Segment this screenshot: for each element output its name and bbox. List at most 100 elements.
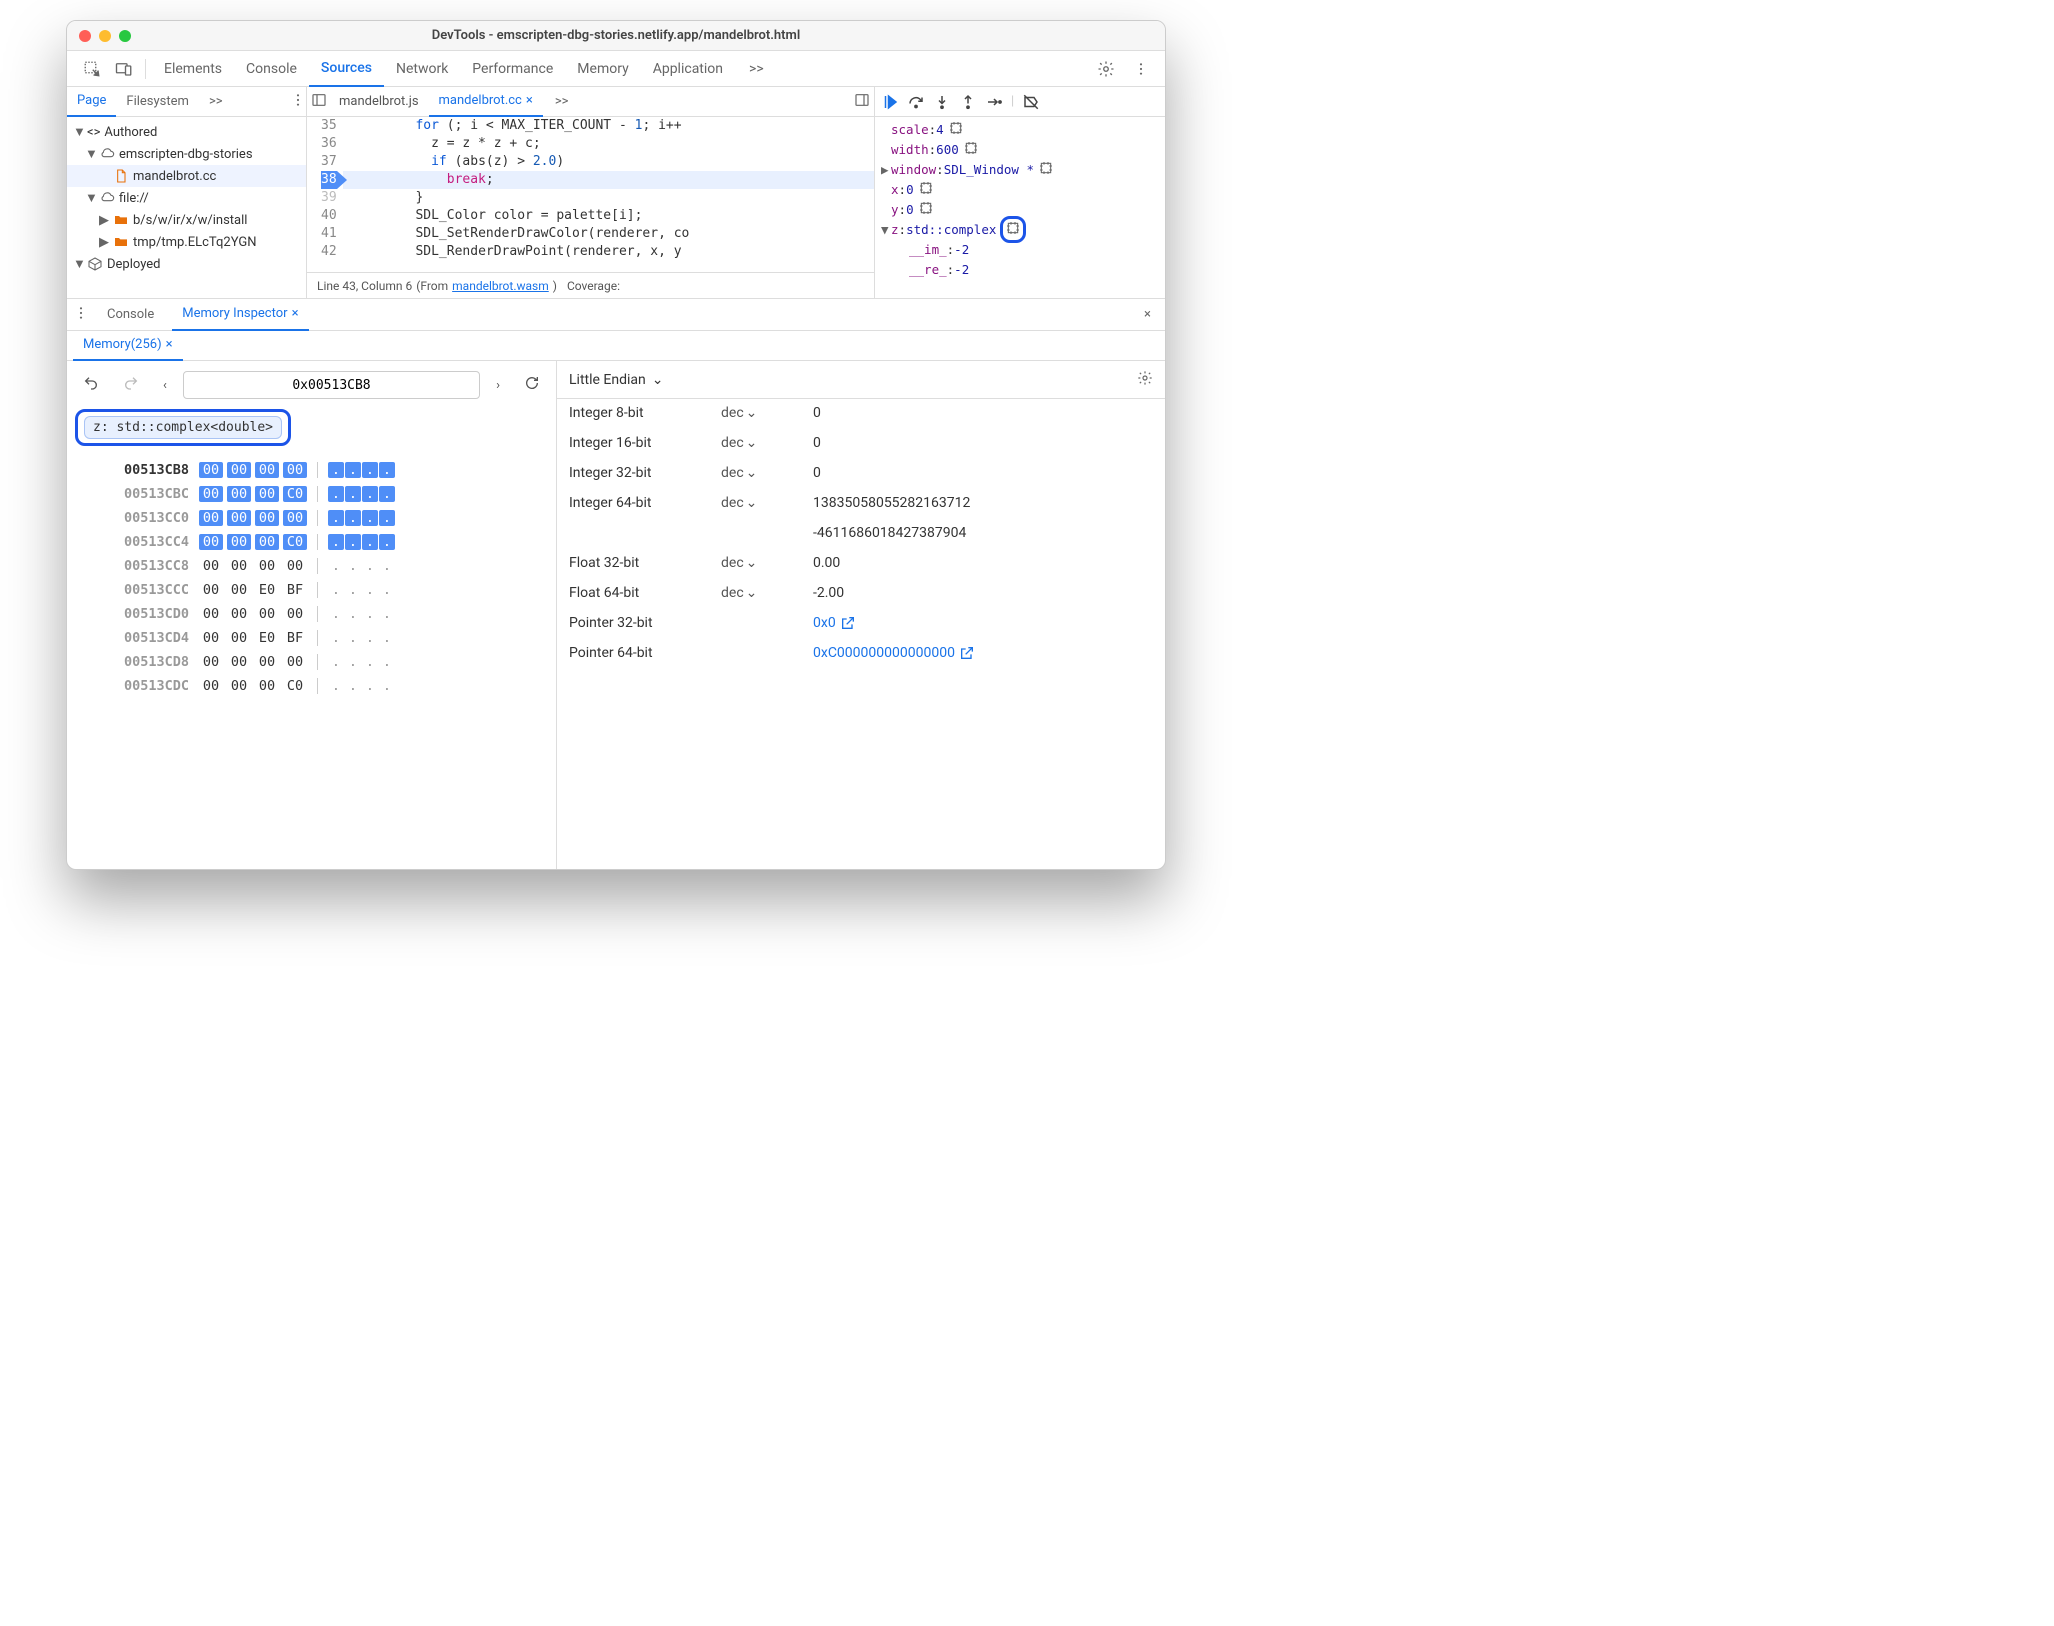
code-line[interactable]: SDL_RenderDrawPoint(renderer, x, y [343,243,874,261]
hex-byte[interactable]: 00 [227,678,251,694]
main-tab-memory[interactable]: Memory [565,51,640,87]
chevron-down-icon[interactable]: ⌄ [746,585,758,601]
hex-byte[interactable]: 00 [227,606,251,622]
main-tab-sources[interactable]: Sources [309,51,384,87]
hex-byte[interactable]: 00 [283,606,307,622]
chevron-down-icon[interactable]: ⌄ [746,495,758,511]
chevron-down-icon[interactable]: ⌄ [746,435,758,451]
chevron-down-icon[interactable]: ⌄ [746,465,758,481]
inspect-element-icon[interactable] [77,56,107,82]
hex-row[interactable]: 00513CC4000000C0.... [75,530,548,554]
hex-row[interactable]: 00513CC000000000.... [75,506,548,530]
value-mode-selector[interactable]: dec ⌄ [721,405,801,421]
hex-byte[interactable]: 00 [255,510,279,526]
hex-row[interactable]: 00513CD800000000.... [75,650,548,674]
hex-byte[interactable]: 00 [199,558,223,574]
memory-subtab[interactable]: Memory(256)× [73,331,183,361]
hex-byte[interactable]: BF [283,582,307,598]
scope-variable-row[interactable]: __re_: -2 [881,259,1159,279]
line-number[interactable]: 36 [321,135,337,153]
step-out-icon[interactable] [959,93,977,111]
memory-chip-icon[interactable] [1000,216,1026,243]
step-into-icon[interactable] [933,93,951,111]
code-line[interactable]: if (abs(z) > 2.0) [343,153,874,171]
hex-byte[interactable]: 00 [283,654,307,670]
line-number[interactable]: 42 [321,243,337,261]
hex-byte[interactable]: 00 [199,582,223,598]
hex-byte[interactable]: 00 [283,462,307,478]
main-tab-console[interactable]: Console [234,51,309,87]
minimize-window-button[interactable] [99,30,111,42]
line-number[interactable]: 41 [321,225,337,243]
hex-byte[interactable]: C0 [283,486,307,502]
tree-item-authored[interactable]: ▼<>Authored [67,121,306,143]
hex-byte[interactable]: 00 [227,510,251,526]
chevron-down-icon[interactable]: ⌄ [746,555,758,571]
main-tab-application[interactable]: Application [641,51,735,87]
kebab-menu-icon[interactable] [290,92,306,112]
maximize-window-button[interactable] [119,30,131,42]
hex-byte[interactable]: 00 [199,606,223,622]
tree-item-domain[interactable]: ▼emscripten-dbg-stories [67,143,306,165]
hex-byte[interactable]: 00 [255,534,279,550]
settings-icon[interactable] [1091,56,1121,82]
editor-overflow[interactable]: >> [545,87,579,117]
scope-variable-row[interactable]: x: 0 [881,179,1159,199]
value-mode-selector[interactable]: dec ⌄ [721,465,801,481]
line-number[interactable]: 38 [321,171,337,189]
hex-row[interactable]: 00513CBC000000C0.... [75,482,548,506]
undo-icon[interactable] [75,371,107,399]
step-over-icon[interactable] [907,93,925,111]
hex-byte[interactable]: 00 [199,462,223,478]
code-line[interactable]: break; [343,171,874,189]
tree-item-file-scheme[interactable]: ▼file:// [67,187,306,209]
code-line[interactable]: } [343,189,874,207]
memory-chip-icon[interactable] [918,180,934,199]
chevron-down-icon[interactable]: ⌄ [746,405,758,421]
line-number[interactable]: 37 [321,153,337,171]
hex-byte[interactable]: C0 [283,534,307,550]
tree-item-folder[interactable]: ▶b/s/w/ir/x/w/install [67,209,306,231]
hex-byte[interactable]: 00 [255,462,279,478]
hex-byte[interactable]: 00 [255,654,279,670]
overflow-tabs[interactable]: >> [737,51,776,87]
code-line[interactable]: for (; i < MAX_ITER_COUNT - 1; i++ [343,117,874,135]
next-page-icon[interactable]: › [488,374,508,397]
hex-row[interactable]: 00513CCC0000E0BF.... [75,578,548,602]
code-line[interactable]: SDL_SetRenderDrawColor(renderer, co [343,225,874,243]
line-number[interactable]: 40 [321,207,337,225]
hex-byte[interactable]: 00 [199,630,223,646]
line-number[interactable]: 35 [321,117,337,135]
kebab-menu-icon[interactable] [73,305,89,325]
scope-variable-row[interactable]: width: 600 [881,139,1159,159]
hex-row[interactable]: 00513CD40000E0BF.... [75,626,548,650]
highlighted-object-chip[interactable]: z: std::complex<double> [75,409,291,446]
hex-byte[interactable]: 00 [283,558,307,574]
value-mode-selector[interactable]: dec ⌄ [721,495,801,511]
source-map-link[interactable]: mandelbrot.wasm [452,279,549,293]
scope-variable-row[interactable]: ▼ z: std::complex [881,219,1159,239]
main-tab-network[interactable]: Network [384,51,460,87]
hex-byte[interactable]: 00 [199,678,223,694]
hex-byte[interactable]: BF [283,630,307,646]
hex-byte[interactable]: 00 [283,510,307,526]
memory-chip-icon[interactable] [963,140,979,159]
hex-byte[interactable]: 00 [227,630,251,646]
hex-row[interactable]: 00513CB800000000.... [75,458,548,482]
hex-byte[interactable]: 00 [227,654,251,670]
hex-byte[interactable]: 00 [227,558,251,574]
hex-row[interactable]: 00513CC800000000.... [75,554,548,578]
hex-byte[interactable]: 00 [227,462,251,478]
address-input[interactable] [183,371,480,399]
debugger-toggle-icon[interactable] [854,92,870,112]
code-line[interactable]: z = z * z + c; [343,135,874,153]
hex-byte[interactable]: 00 [255,558,279,574]
editor-tab[interactable]: mandelbrot.js [329,87,429,117]
hex-byte[interactable]: 00 [227,486,251,502]
navigator-toggle-icon[interactable] [311,92,327,112]
hex-byte[interactable]: 00 [199,510,223,526]
close-drawer-icon[interactable]: × [1136,307,1159,322]
refresh-icon[interactable] [516,371,548,399]
tree-item-deployed[interactable]: ▼Deployed [67,253,306,275]
pointer-link[interactable]: 0xC000000000000000 [813,645,975,661]
